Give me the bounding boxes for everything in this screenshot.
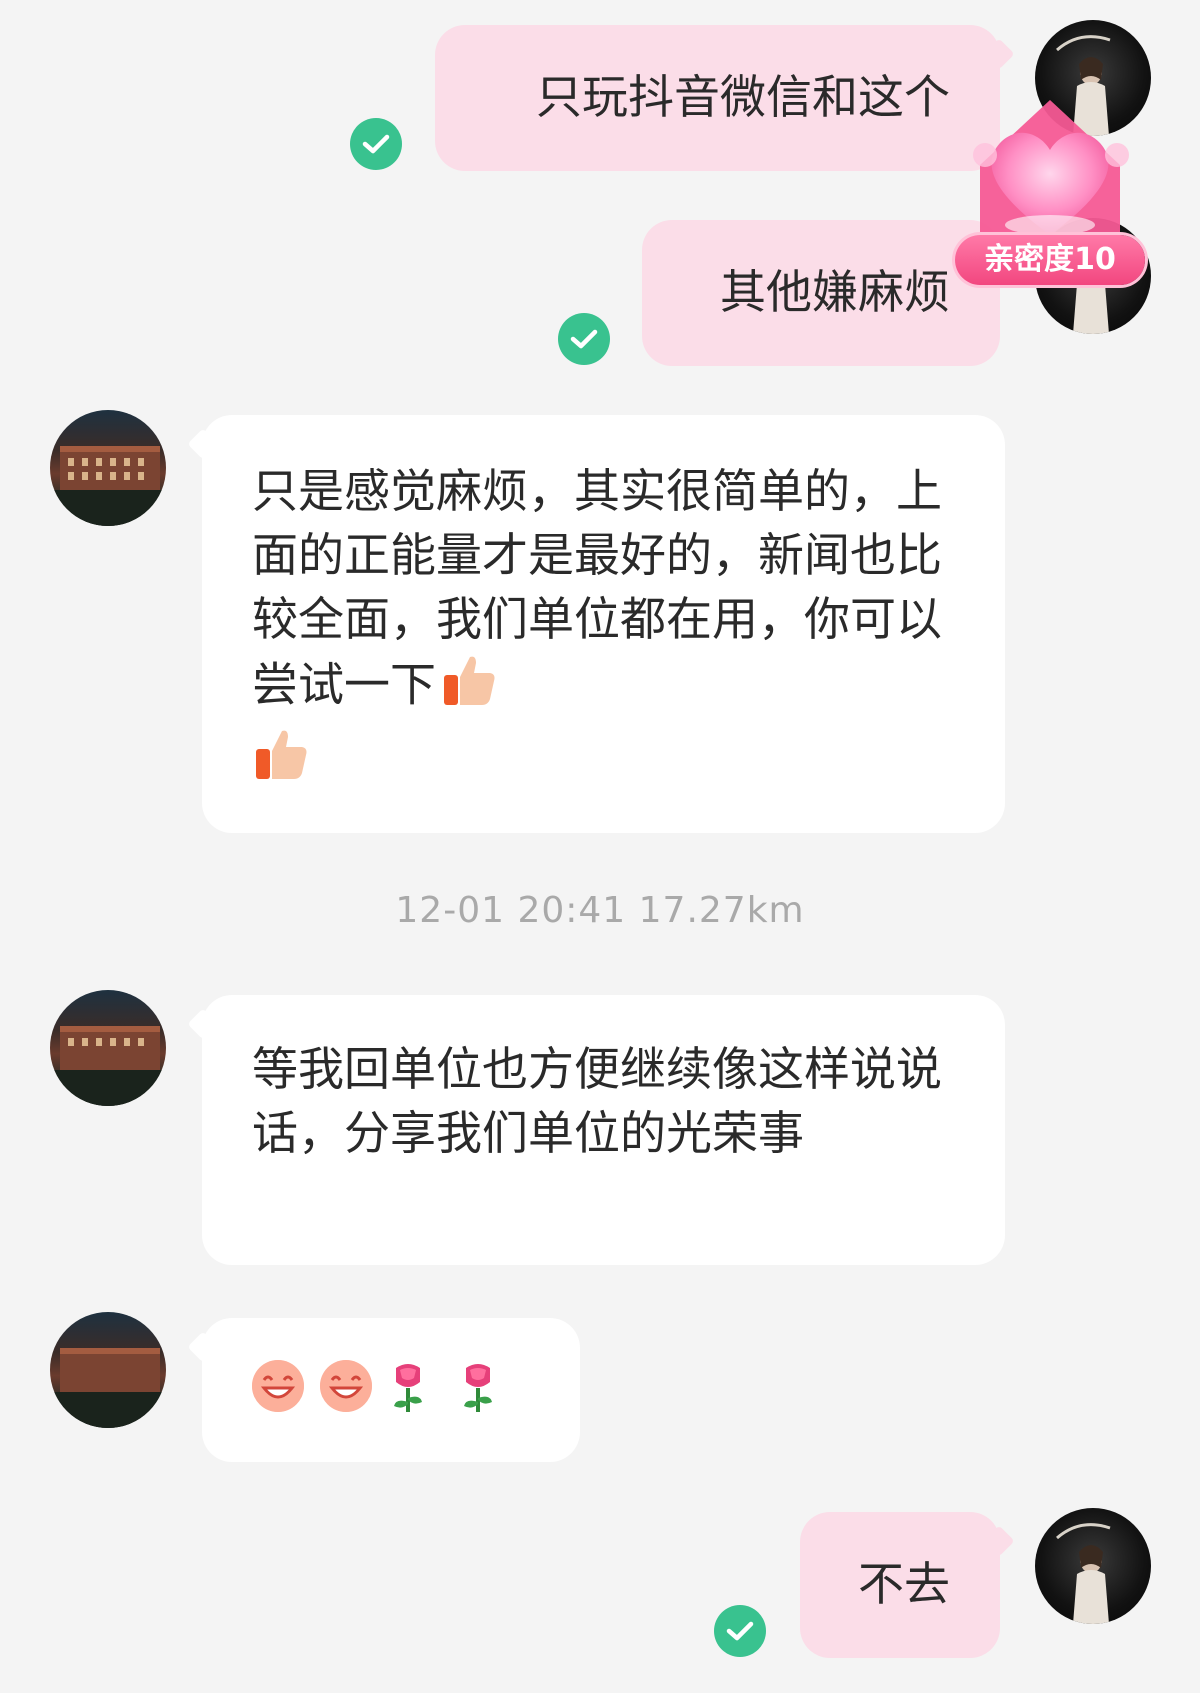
heart-envelope-icon	[973, 100, 1129, 245]
message-text: 只是感觉麻烦，其实很简单的，上面的正能量才是最好的，新闻也比较全面，我们单位都在…	[252, 464, 942, 712]
grin-face-icon	[250, 1358, 306, 1430]
rose-icon	[388, 1358, 428, 1430]
contact-avatar[interactable]	[50, 990, 166, 1106]
thumbs-up-icon	[252, 725, 310, 799]
grin-face-icon	[318, 1358, 374, 1430]
message-bubble-incoming[interactable]	[187, 1318, 580, 1462]
read-check-icon	[558, 313, 610, 365]
message-text: 只玩抖音微信和这个	[536, 70, 950, 124]
message-bubble-incoming[interactable]: 只是感觉麻烦，其实很简单的，上面的正能量才是最好的，新闻也比较全面，我们单位都在…	[187, 415, 1005, 833]
bubble-tail	[187, 1008, 219, 1040]
chat-thread: 只玩抖音微信和这个 其他嫌麻烦 亲密度10 只是感觉麻烦，其实很简单的，上面的正…	[0, 0, 1200, 1693]
read-check-icon	[350, 118, 402, 170]
contact-avatar[interactable]	[50, 1312, 166, 1428]
message-bubble-outgoing[interactable]: 其他嫌麻烦	[642, 220, 1015, 366]
bubble-tail	[983, 38, 1015, 70]
self-avatar[interactable]	[1035, 1508, 1151, 1624]
read-check-icon	[714, 1605, 766, 1657]
message-bubble-outgoing[interactable]: 只玩抖音微信和这个	[435, 25, 1015, 171]
message-text: 其他嫌麻烦	[720, 265, 950, 319]
message-text: 不去	[858, 1557, 950, 1611]
intimacy-badge[interactable]: 亲密度10	[955, 95, 1145, 295]
bubble-tail	[983, 1525, 1015, 1557]
rose-icon	[458, 1358, 498, 1430]
message-timestamp: 12-01 20:41 17.27km	[395, 890, 805, 931]
intimacy-level-label: 亲密度10	[955, 235, 1145, 285]
message-text: 等我回单位也方便继续像这样说说话，分享我们单位的光荣事	[252, 1042, 942, 1160]
message-bubble-outgoing[interactable]: 不去	[800, 1512, 1015, 1658]
message-bubble-incoming[interactable]: 等我回单位也方便继续像这样说说话，分享我们单位的光荣事	[187, 995, 1005, 1265]
bubble-tail	[187, 428, 219, 460]
bubble-tail	[187, 1331, 219, 1363]
contact-avatar[interactable]	[50, 410, 166, 526]
thumbs-up-icon	[440, 651, 498, 725]
